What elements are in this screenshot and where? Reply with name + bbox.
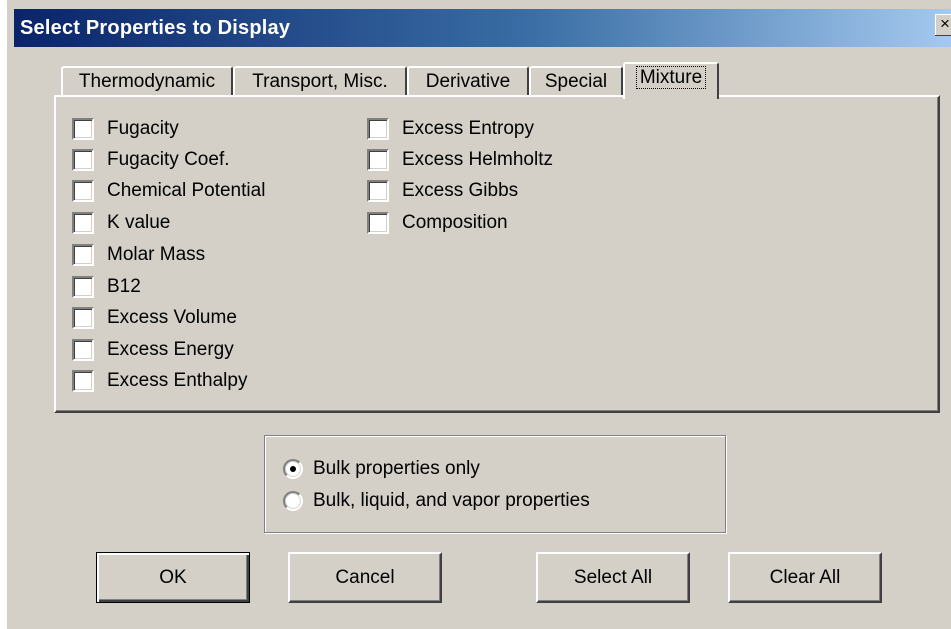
radio-bulk-liquid-vapor[interactable]: Bulk, liquid, and vapor properties bbox=[283, 490, 590, 512]
checkbox-b12[interactable]: B12 bbox=[72, 274, 141, 300]
tab-transport-misc[interactable]: Transport, Misc. bbox=[233, 66, 407, 96]
checkbox-label: Fugacity bbox=[107, 118, 179, 139]
close-icon[interactable]: × bbox=[935, 14, 951, 36]
checkbox-box[interactable] bbox=[72, 212, 94, 234]
tab-special[interactable]: Special bbox=[529, 66, 623, 96]
checkbox-composition[interactable]: Composition bbox=[367, 210, 508, 236]
checkbox-excess-gibbs[interactable]: Excess Gibbs bbox=[367, 178, 518, 204]
checkbox-label: B12 bbox=[107, 276, 141, 297]
checkbox-excess-enthalpy[interactable]: Excess Enthalpy bbox=[72, 368, 247, 394]
tab-panel-mixture: Fugacity Fugacity Coef. Chemical Potenti… bbox=[54, 95, 940, 413]
checkbox-box[interactable] bbox=[367, 180, 389, 202]
checkbox-fugacity-coef[interactable]: Fugacity Coef. bbox=[72, 147, 230, 173]
window-title: Select Properties to Display bbox=[20, 17, 291, 39]
tab-thermodynamic[interactable]: Thermodynamic bbox=[61, 66, 233, 96]
clear-all-button[interactable]: Clear All bbox=[728, 552, 882, 603]
checkbox-label: Molar Mass bbox=[107, 244, 206, 265]
checkbox-label: K value bbox=[107, 212, 171, 233]
checkbox-label: Excess Gibbs bbox=[402, 180, 519, 201]
checkbox-box[interactable] bbox=[72, 149, 94, 171]
checkbox-label: Excess Enthalpy bbox=[107, 370, 248, 391]
radio-button[interactable] bbox=[283, 491, 303, 511]
checkbox-label: Composition bbox=[402, 212, 508, 233]
ok-button[interactable]: OK bbox=[96, 552, 250, 603]
checkbox-label: Chemical Potential bbox=[107, 180, 266, 201]
checkbox-box[interactable] bbox=[72, 180, 94, 202]
select-all-button[interactable]: Select All bbox=[536, 552, 690, 603]
checkbox-box[interactable] bbox=[72, 244, 94, 266]
checkbox-molar-mass[interactable]: Molar Mass bbox=[72, 242, 205, 268]
checkbox-box[interactable] bbox=[72, 339, 94, 361]
checkbox-fugacity[interactable]: Fugacity bbox=[72, 116, 179, 142]
checkbox-box[interactable] bbox=[72, 370, 94, 392]
tab-label: Transport, Misc. bbox=[252, 71, 388, 92]
checkbox-chemical-potential[interactable]: Chemical Potential bbox=[72, 178, 265, 204]
checkbox-box[interactable] bbox=[367, 149, 389, 171]
checkbox-excess-volume[interactable]: Excess Volume bbox=[72, 305, 237, 331]
dialog-window: Select Properties to Display × Thermodyn… bbox=[0, 0, 951, 629]
checkbox-excess-entropy[interactable]: Excess Entropy bbox=[367, 116, 534, 142]
tab-derivative[interactable]: Derivative bbox=[407, 66, 529, 96]
checkbox-box[interactable] bbox=[72, 276, 94, 298]
tab-label: Derivative bbox=[425, 71, 511, 92]
radio-label: Bulk properties only bbox=[313, 458, 480, 479]
radio-button[interactable] bbox=[283, 459, 303, 479]
tab-label: Special bbox=[544, 71, 608, 92]
checkbox-label: Fugacity Coef. bbox=[107, 149, 230, 170]
checkbox-box[interactable] bbox=[367, 212, 389, 234]
checkbox-box[interactable] bbox=[72, 118, 94, 140]
checkbox-label: Excess Helmholtz bbox=[402, 149, 553, 170]
tab-mixture[interactable]: Mixture bbox=[623, 62, 719, 99]
title-bar[interactable]: Select Properties to Display × bbox=[14, 9, 951, 47]
checkbox-box[interactable] bbox=[72, 307, 94, 329]
property-scope-group: Bulk properties only Bulk, liquid, and v… bbox=[264, 435, 726, 533]
radio-label: Bulk, liquid, and vapor properties bbox=[313, 490, 590, 511]
tab-label: Mixture bbox=[635, 66, 707, 89]
checkbox-label: Excess Volume bbox=[107, 307, 237, 328]
checkbox-box[interactable] bbox=[367, 118, 389, 140]
checkbox-excess-helmholtz[interactable]: Excess Helmholtz bbox=[367, 147, 553, 173]
radio-bulk-only[interactable]: Bulk properties only bbox=[283, 458, 480, 480]
checkbox-label: Excess Energy bbox=[107, 339, 234, 360]
checkbox-k-value[interactable]: K value bbox=[72, 210, 170, 236]
tab-label: Thermodynamic bbox=[78, 71, 216, 92]
checkbox-excess-energy[interactable]: Excess Energy bbox=[72, 337, 234, 363]
checkbox-label: Excess Entropy bbox=[402, 118, 534, 139]
cancel-button[interactable]: Cancel bbox=[288, 552, 442, 603]
